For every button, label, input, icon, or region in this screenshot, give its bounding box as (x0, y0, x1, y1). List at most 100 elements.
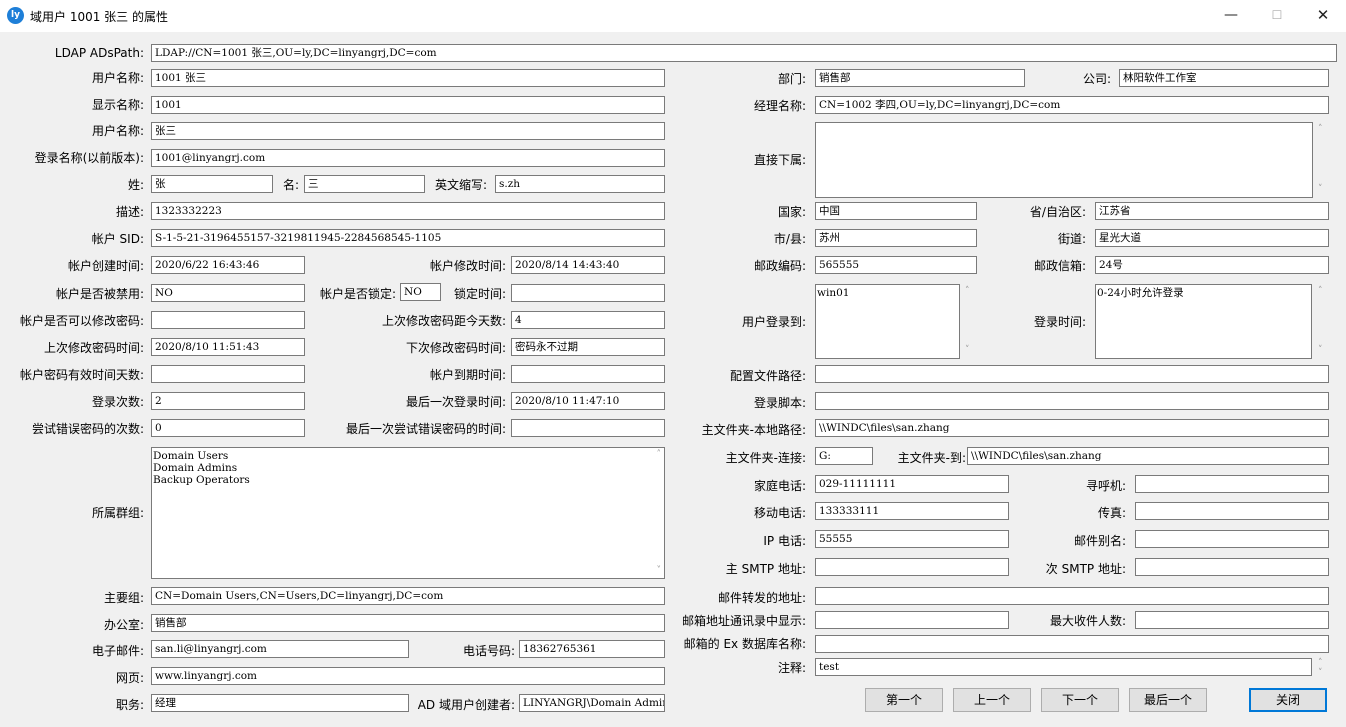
logon-script-field[interactable] (815, 392, 1329, 410)
province-field[interactable]: 江苏省 (1095, 202, 1329, 220)
job-title-label: 职务: (115, 698, 144, 712)
postal-code-field[interactable]: 565555 (815, 256, 977, 274)
job-title-field[interactable]: 经理 (151, 694, 409, 712)
manager-label: 经理名称: (753, 99, 806, 113)
smtp-secondary-field[interactable] (1135, 558, 1329, 576)
sid-label: 帐户 SID: (91, 232, 144, 246)
scroll-down-icon[interactable]: ˅ (1318, 345, 1323, 355)
scroll-up-icon[interactable]: ˄ (965, 286, 970, 296)
scroll-up-icon[interactable]: ˄ (1318, 286, 1323, 296)
ip-phone-field[interactable]: 55555 (815, 530, 1009, 548)
scroll-down-icon[interactable]: ˅ (965, 345, 970, 355)
next-pwd-change-label: 下次修改密码时间: (405, 341, 506, 355)
phone-field[interactable]: 18362765361 (519, 640, 665, 658)
disabled-field[interactable]: NO (151, 284, 305, 302)
ldap-path-label: LDAP ADsPath: (54, 46, 144, 60)
direct-reports-list[interactable] (815, 122, 1313, 198)
first-button[interactable]: 第一个 (865, 688, 943, 712)
ip-phone-label: IP 电话: (763, 534, 806, 548)
expiry-field[interactable] (511, 365, 665, 383)
close-button[interactable]: 关闭 (1249, 688, 1327, 712)
close-window-button[interactable]: ✕ (1300, 0, 1346, 32)
notes-field[interactable]: test (815, 658, 1312, 676)
smtp-primary-field[interactable] (815, 558, 1009, 576)
forward-field[interactable] (815, 587, 1329, 605)
po-box-field[interactable]: 24号 (1095, 256, 1329, 274)
primary-group-field[interactable]: CN=Domain Users,CN=Users,DC=linyangrj,DC… (151, 587, 665, 605)
group-item: Domain Users (153, 450, 229, 462)
mobile-field[interactable]: 133333111 (815, 502, 1009, 520)
logon-to-list[interactable]: win01 (815, 284, 960, 359)
pager-field[interactable] (1135, 475, 1329, 493)
home-drive-field[interactable]: G: (815, 447, 873, 465)
username-alt-field[interactable]: 张三 (151, 122, 665, 140)
initials-field[interactable]: s.zh (495, 175, 665, 193)
office-field[interactable]: 销售部 (151, 614, 665, 632)
country-field[interactable]: 中国 (815, 202, 977, 220)
previous-button[interactable]: 上一个 (953, 688, 1031, 712)
fax-field[interactable] (1135, 502, 1329, 520)
days-since-pwd-label: 上次修改密码距今天数: (381, 314, 506, 328)
scroll-up-icon[interactable]: ˄ (657, 449, 662, 461)
city-field[interactable]: 苏州 (815, 229, 977, 247)
surname-label: 姓: (127, 178, 144, 192)
department-field[interactable]: 销售部 (815, 69, 1025, 87)
bad-pwd-count-field[interactable]: 0 (151, 419, 305, 437)
bad-pwd-count-label: 尝试错误密码的次数: (31, 422, 144, 436)
login-name-field[interactable]: 1001@linyangrj.com (151, 149, 665, 167)
last-bad-pwd-field[interactable] (511, 419, 665, 437)
mail-alias-label: 邮件别名: (1073, 534, 1126, 548)
title-bar: ly 域用户 1001 张三 的属性 — ☐ ✕ (0, 0, 1346, 32)
scroll-down-icon[interactable]: ˅ (1318, 668, 1323, 678)
next-pwd-change-field[interactable]: 密码永不过期 (511, 338, 665, 356)
pwd-valid-days-field[interactable] (151, 365, 305, 383)
max-recipients-field[interactable] (1135, 611, 1329, 629)
modified-time-field[interactable]: 2020/8/14 14:43:40 (511, 256, 665, 274)
logon-count-field[interactable]: 2 (151, 392, 305, 410)
initials-label: 英文缩写: (434, 178, 487, 192)
last-logon-field[interactable]: 2020/8/10 11:47:10 (511, 392, 665, 410)
scroll-up-icon[interactable]: ˄ (1318, 124, 1323, 134)
lock-time-field[interactable] (511, 284, 665, 302)
scroll-down-icon[interactable]: ˅ (657, 565, 662, 577)
ldap-path-field[interactable]: LDAP://CN=1001 张三,OU=ly,DC=linyangrj,DC=… (151, 44, 1337, 62)
username-field[interactable]: 1001 张三 (151, 69, 665, 87)
creator-label: AD 域用户创建者: (417, 698, 515, 712)
scroll-down-icon[interactable]: ˅ (1318, 184, 1323, 194)
maximize-button[interactable]: ☐ (1254, 0, 1300, 32)
expiry-label: 帐户到期时间: (429, 368, 506, 382)
display-name-field[interactable]: 1001 (151, 96, 665, 114)
street-field[interactable]: 星光大道 (1095, 229, 1329, 247)
max-recipients-label: 最大收件人数: (1049, 614, 1126, 628)
last-pwd-change-field[interactable]: 2020/8/10 11:51:43 (151, 338, 305, 356)
creator-field[interactable]: LINYANGRJ\Domain Admins (519, 694, 665, 712)
mail-alias-field[interactable] (1135, 530, 1329, 548)
next-button[interactable]: 下一个 (1041, 688, 1119, 712)
manager-field[interactable]: CN=1002 李四,OU=ly,DC=linyangrj,DC=com (815, 96, 1329, 114)
webpage-field[interactable]: www.linyangrj.com (151, 667, 665, 685)
show-in-gal-field[interactable] (815, 611, 1009, 629)
given-name-label: 名: (282, 178, 299, 192)
surname-field[interactable]: 张 (151, 175, 273, 193)
scroll-up-icon[interactable]: ˄ (1318, 658, 1323, 668)
home-local-field[interactable]: \\WINDC\files\san.zhang (815, 419, 1329, 437)
last-button[interactable]: 最后一个 (1129, 688, 1207, 712)
smtp-primary-label: 主 SMTP 地址: (725, 562, 806, 576)
home-to-field[interactable]: \\WINDC\files\san.zhang (967, 447, 1329, 465)
description-field[interactable]: 1323332223 (151, 202, 665, 220)
sid-field[interactable]: S-1-5-21-3196455157-3219811945-228456854… (151, 229, 665, 247)
groups-list[interactable]: Domain Users Domain Admins Backup Operat… (151, 447, 665, 579)
pwd-valid-days-label: 帐户密码有效时间天数: (19, 368, 144, 382)
minimize-button[interactable]: — (1208, 0, 1254, 32)
created-time-field[interactable]: 2020/6/22 16:43:46 (151, 256, 305, 274)
locked-field[interactable]: NO (400, 283, 441, 301)
given-name-field[interactable]: 三 (304, 175, 425, 193)
company-field[interactable]: 林阳软件工作室 (1119, 69, 1329, 87)
email-field[interactable]: san.li@linyangrj.com (151, 640, 409, 658)
ex-database-field[interactable] (815, 635, 1329, 653)
logon-hours-list[interactable]: 0-24小时允许登录 (1095, 284, 1312, 359)
home-phone-field[interactable]: 029-11111111 (815, 475, 1009, 493)
profile-path-field[interactable] (815, 365, 1329, 383)
days-since-pwd-field[interactable]: 4 (511, 311, 665, 329)
can-change-pwd-field[interactable] (151, 311, 305, 329)
